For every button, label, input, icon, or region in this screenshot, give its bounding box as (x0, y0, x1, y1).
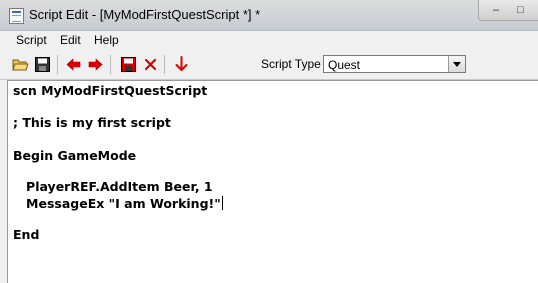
menu-edit[interactable]: Edit (60, 33, 81, 47)
previous-button[interactable] (64, 55, 82, 73)
text-caret (221, 196, 223, 210)
next-button[interactable] (86, 55, 104, 73)
delete-x-icon (144, 58, 156, 70)
script-editor[interactable]: scn MyModFirstQuestScript ; This is my f… (7, 80, 538, 283)
menu-bar: Script Edit Help (0, 31, 538, 49)
toolbar-separator (57, 55, 58, 74)
script-type-label: Script Type (261, 57, 321, 71)
save-icon (34, 56, 50, 72)
app-icon (9, 8, 24, 24)
save-all-button[interactable] (119, 55, 137, 73)
next-arrow-icon (88, 57, 102, 71)
previous-arrow-icon (66, 57, 80, 71)
code-line: PlayerREF.AddItem Beer, 1 (13, 179, 213, 194)
menu-script[interactable]: Script (16, 33, 47, 47)
maximize-button[interactable]: □ (517, 4, 524, 16)
code-line: ; This is my first script (13, 115, 171, 130)
dropdown-arrow-icon[interactable] (448, 56, 465, 72)
code-line-with-caret: MessageEx "I am Working!" (13, 195, 223, 213)
window-title: Script Edit - [MyModFirstQuestScript *] … (29, 7, 261, 22)
down-arrow-icon (175, 56, 187, 71)
code-line: MessageEx "I am Working!" (13, 196, 221, 211)
open-folder-icon (11, 59, 29, 70)
minimize-button[interactable]: – (493, 4, 499, 16)
script-type-value: Quest (328, 58, 361, 72)
code-line: scn MyModFirstQuestScript (13, 83, 208, 98)
down-button[interactable] (172, 55, 190, 73)
menu-help[interactable]: Help (94, 33, 119, 47)
delete-button[interactable] (141, 55, 159, 73)
title-bar[interactable]: Script Edit - [MyModFirstQuestScript *] … (0, 0, 538, 31)
script-type-select[interactable]: Quest (323, 55, 466, 73)
toolbar-separator (110, 55, 111, 74)
open-button[interactable] (11, 55, 29, 73)
toolbar-separator (164, 55, 165, 74)
save-button[interactable] (33, 55, 51, 73)
toolbar: Script Type Quest (0, 51, 538, 80)
code-line: End (13, 227, 40, 242)
save-red-icon (120, 56, 136, 72)
window-controls: – □ (478, 0, 538, 21)
code-line: Begin GameMode (13, 148, 137, 163)
